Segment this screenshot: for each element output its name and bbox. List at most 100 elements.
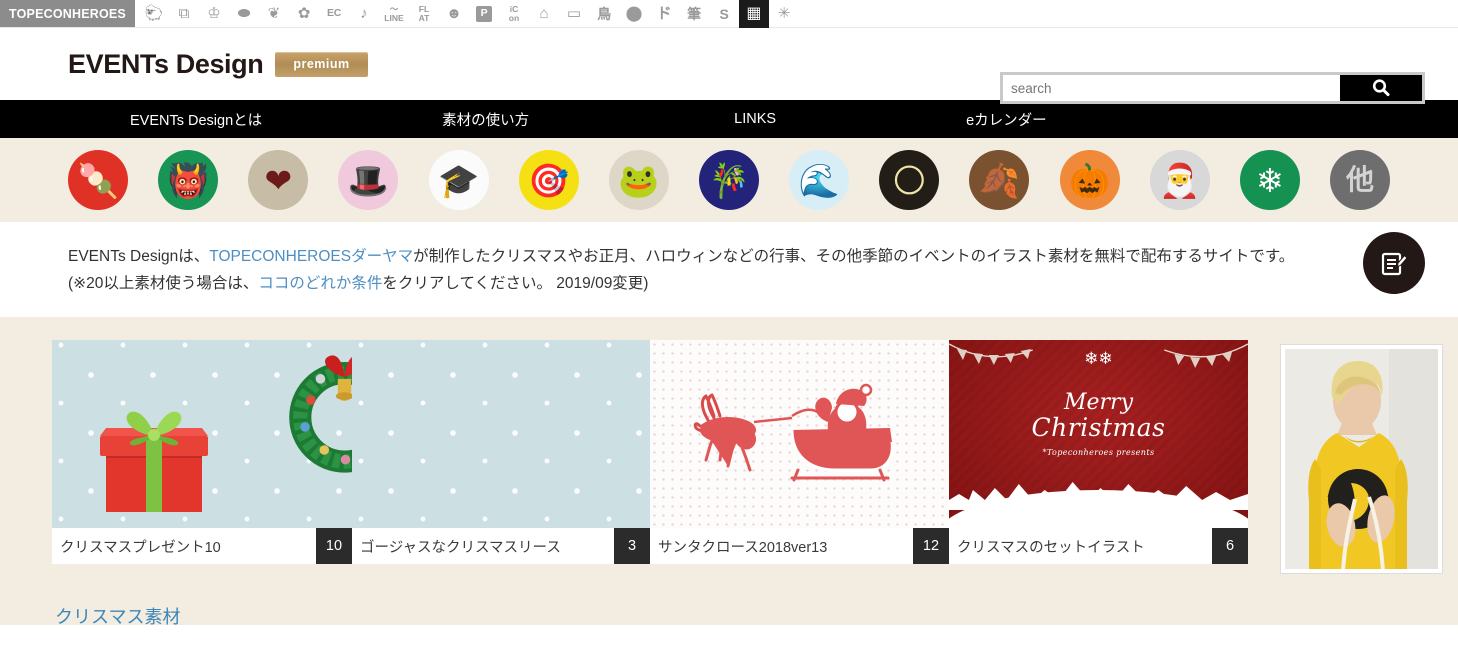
snowflake-icon: ❄	[1256, 161, 1284, 199]
christmas-materials-link[interactable]: クリスマス素材	[55, 603, 180, 629]
nav-item-links[interactable]: LINKS	[724, 111, 786, 127]
category-winter[interactable]: ❄	[1239, 150, 1300, 210]
premium-badge: premium	[275, 51, 368, 77]
category-tsukimi[interactable]: 🌕	[879, 150, 940, 210]
category-summer-sea[interactable]: 🌊	[789, 150, 850, 210]
line-icon[interactable]: 〜 LINE	[379, 0, 409, 28]
gallery-caption: クリスマスプレゼント10 10	[52, 528, 352, 565]
autumn-leaf-icon: 🍂	[978, 161, 1020, 199]
category-hinamatsuri[interactable]: 🎩	[338, 150, 399, 210]
gallery-section: クリスマスプレゼント10 10 ゴージャスなクリスマスリース 3 サンタクロース…	[0, 317, 1458, 627]
christmas-line: Christmas	[1031, 412, 1166, 442]
merry-christmas-text: Merry Christmas *Topeconheroes presents	[949, 390, 1248, 457]
smiley-icon[interactable]: ☻	[439, 0, 469, 28]
katakana-do-icon[interactable]: ド	[649, 0, 679, 28]
leaf-icon[interactable]: ❦	[259, 0, 289, 28]
category-setsubun-oni[interactable]: 👹	[158, 150, 219, 210]
category-other[interactable]: 他	[1329, 150, 1390, 210]
nav-item-ecalendar[interactable]: eカレンダー	[956, 109, 1057, 130]
thumbnail-christmas-wreath[interactable]	[352, 340, 650, 529]
snowflake-decoration-icon: ❄❄	[1084, 349, 1113, 369]
gallery-title: ゴージャスなクリスマスリース	[360, 539, 561, 556]
category-valentine[interactable]: ❤	[248, 150, 309, 210]
thumbnail-christmas-present[interactable]	[52, 340, 352, 529]
category-icon-row: 🍡 👹 ❤ 🎩 🎓 🎯 🐸 🎋 🌊 🌕 🍂 🎃 🎅 ❄ 他	[0, 138, 1458, 222]
hina-doll-icon: 🎩	[347, 161, 389, 199]
building-icon[interactable]: ⌂	[529, 0, 559, 28]
sparkle-icon[interactable]: ✳	[769, 0, 799, 28]
desc-text-1: EVENTs Designは、	[68, 248, 210, 265]
gallery-title: クリスマスプレゼント10	[60, 539, 221, 556]
bird-kanji-icon[interactable]: 鳥	[589, 0, 619, 28]
merry-line: Merry	[1063, 390, 1133, 416]
koinobori-icon: 🎯	[528, 161, 570, 199]
description-paragraph-2: (※20以上素材使う場合は、ココのどれか条件をクリアしてください。 2019/0…	[68, 271, 1390, 298]
thumbnail-merry-christmas-card[interactable]: ❄❄ Merry Christmas *Topeconheroes presen…	[949, 340, 1248, 529]
sheep-icon[interactable]: 🐑	[139, 0, 169, 28]
description-paragraph-1: EVENTs Designは、TOPECONHEROESダーヤマが制作したクリス…	[68, 244, 1390, 271]
category-kagami-mochi[interactable]: 🍡	[68, 150, 128, 210]
gallery-card[interactable]: ゴージャスなクリスマスリース 3	[352, 340, 650, 565]
gallery-caption: ゴージャスなクリスマスリース 3	[352, 528, 650, 565]
site-logo[interactable]: EVENTs Design	[68, 49, 264, 80]
speech-bubble-icon[interactable]: ⬬	[229, 0, 259, 28]
icon-icon[interactable]: iC on	[499, 0, 529, 28]
category-tanabata[interactable]: 🎋	[698, 150, 759, 210]
nav-item-howto[interactable]: 素材の使い方	[432, 109, 539, 130]
search-input[interactable]	[1003, 75, 1340, 101]
person-cheer-icon[interactable]: ♔	[199, 0, 229, 28]
gallery-count-badge: 12	[913, 528, 949, 565]
frog-icon: 🐸	[618, 161, 660, 199]
gallery-title: サンタクロース2018ver13	[658, 539, 828, 556]
desc-link-topeconheroes[interactable]: TOPECONHEROESダーヤマ	[209, 248, 413, 265]
nav-item-about[interactable]: EVENTs Designとは	[120, 109, 272, 130]
network-topbar: TOPECONHEROES 🐑 ⧉ ♔ ⬬ ❦ ✿ EC ♪ 〜 LINE FL A…	[0, 0, 1458, 28]
topeconheroes-brand-tag[interactable]: TOPECONHEROES	[0, 0, 135, 27]
s-star-icon[interactable]: S	[709, 0, 739, 28]
topbar-icon-list: 🐑 ⧉ ♔ ⬬ ❦ ✿ EC ♪ 〜 LINE FL AT ☻ P iC on ⌂ ▭…	[135, 0, 799, 28]
blond-man-yellow-tshirt-photo	[1285, 349, 1438, 570]
parking-p-icon[interactable]: P	[475, 5, 492, 22]
brush-kanji-icon[interactable]: 筆	[679, 0, 709, 28]
gift-box-illustration	[100, 411, 208, 513]
category-halloween[interactable]: 🎃	[1059, 150, 1120, 210]
music-note-icon[interactable]: ♪	[349, 0, 379, 28]
thumbnail-gallery: クリスマスプレゼント10 10 ゴージャスなクリスマスリース 3 サンタクロース…	[52, 340, 1248, 565]
sidebar-advertisement[interactable]	[1280, 344, 1443, 575]
grid-icon[interactable]: ▦	[738, 0, 769, 28]
gallery-card[interactable]: ❄❄ Merry Christmas *Topeconheroes presen…	[949, 340, 1248, 565]
sea-sun-icon: 🌊	[798, 161, 840, 199]
desc-text-4: をクリアしてください。 2019/09変更)	[382, 274, 649, 292]
gallery-caption: クリスマスのセットイラスト 6	[949, 528, 1248, 565]
logo-area[interactable]: EVENTs Design premium	[68, 49, 368, 80]
heart-icon: ❤	[264, 161, 293, 199]
sofa-icon[interactable]: ▭	[559, 0, 589, 28]
contact-note-button[interactable]	[1363, 232, 1425, 294]
graduation-cap-icon: 🎓	[438, 161, 480, 199]
kagami-mochi-icon: 🍡	[77, 161, 119, 199]
gallery-caption: サンタクロース2018ver13 12	[650, 528, 949, 565]
search-box	[1000, 72, 1425, 104]
moon-viewing-icon: 🌕	[892, 161, 927, 199]
gallery-card[interactable]: サンタクロース2018ver13 12	[650, 340, 949, 565]
search-button[interactable]	[1340, 75, 1422, 101]
flower-icon[interactable]: ✿	[289, 0, 319, 28]
category-autumn-leaf[interactable]: 🍂	[969, 150, 1030, 210]
christmas-wreath-illustration	[289, 355, 352, 473]
ec-icon[interactable]: EC	[319, 0, 349, 28]
thumbnail-santa-sleigh[interactable]	[650, 340, 949, 529]
other-label: 他	[1345, 164, 1374, 195]
dark-circle-icon[interactable]: ⬤	[619, 0, 649, 28]
jack-o-lantern-icon: 🎃	[1069, 161, 1111, 199]
copy-squares-icon[interactable]: ⧉	[169, 0, 199, 28]
flat-icon[interactable]: FL AT	[409, 0, 439, 28]
gallery-count-badge: 3	[614, 528, 650, 565]
red-card-background: ❄❄ Merry Christmas *Topeconheroes presen…	[949, 340, 1248, 529]
oni-mask-icon: 👹	[167, 161, 209, 199]
desc-link-conditions[interactable]: ココのどれか条件	[258, 275, 382, 292]
category-christmas[interactable]: 🎅	[1149, 150, 1210, 210]
category-tsuyu-frog[interactable]: 🐸	[608, 150, 669, 210]
gallery-card[interactable]: クリスマスプレゼント10 10	[52, 340, 352, 565]
category-graduation[interactable]: 🎓	[428, 150, 489, 210]
category-koinobori[interactable]: 🎯	[518, 150, 579, 210]
